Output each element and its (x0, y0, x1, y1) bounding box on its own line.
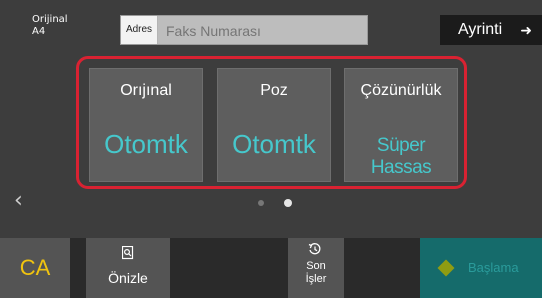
recent-jobs-label-line1: Son (306, 260, 326, 272)
tile-label: Orıjınal (120, 82, 172, 99)
preview-label: Önizle (108, 270, 148, 286)
original-size: A4 (32, 26, 46, 37)
history-icon (308, 242, 322, 260)
tile-label: Çözünürlük (360, 82, 442, 99)
page-dot-2-active[interactable] (284, 199, 292, 207)
original-setting-tile[interactable]: Orıjınal Otomtk (89, 68, 203, 182)
start-button[interactable]: Başlama (420, 238, 542, 298)
detail-label: Ayrinti (458, 21, 503, 38)
settings-group: Orıjınal Otomtk Poz Otomtk Çözünürlük Sü… (76, 56, 467, 189)
ca-button[interactable]: CA (0, 238, 70, 298)
address-box[interactable]: Adres (120, 15, 368, 46)
resolution-setting-tile[interactable]: Çözünürlük Süper Hassas (344, 68, 458, 182)
page-dot-1[interactable] (258, 200, 264, 206)
address-button[interactable]: Adres (121, 16, 158, 44)
fax-number-input[interactable] (158, 16, 367, 46)
original-info: Orijinal A4 (32, 14, 68, 38)
original-label: Orijinal (32, 14, 68, 25)
fax-panel: Orijinal A4 Adres Ayrinti ➜ Orıjınal Oto… (0, 0, 542, 298)
recent-jobs-button[interactable]: Son İşler (288, 238, 344, 298)
arrow-right-icon: ➜ (520, 22, 532, 38)
recent-jobs-label-line2: İşler (305, 273, 327, 285)
tile-value: Otomtk (232, 129, 316, 159)
tile-label: Poz (260, 82, 288, 99)
start-label: Başlama (468, 260, 519, 275)
chevron-left-icon[interactable]: ‹ (14, 188, 23, 213)
recent-jobs-label: Son İşler (288, 260, 344, 286)
tile-value: Otomtk (104, 129, 188, 159)
tile-value: Süper Hassas (370, 135, 432, 178)
start-icon (437, 259, 455, 277)
preview-icon (121, 245, 134, 264)
exposure-setting-tile[interactable]: Poz Otomtk (217, 68, 331, 182)
detail-button[interactable]: Ayrinti ➜ (440, 15, 542, 45)
preview-button[interactable]: Önizle (86, 238, 170, 298)
